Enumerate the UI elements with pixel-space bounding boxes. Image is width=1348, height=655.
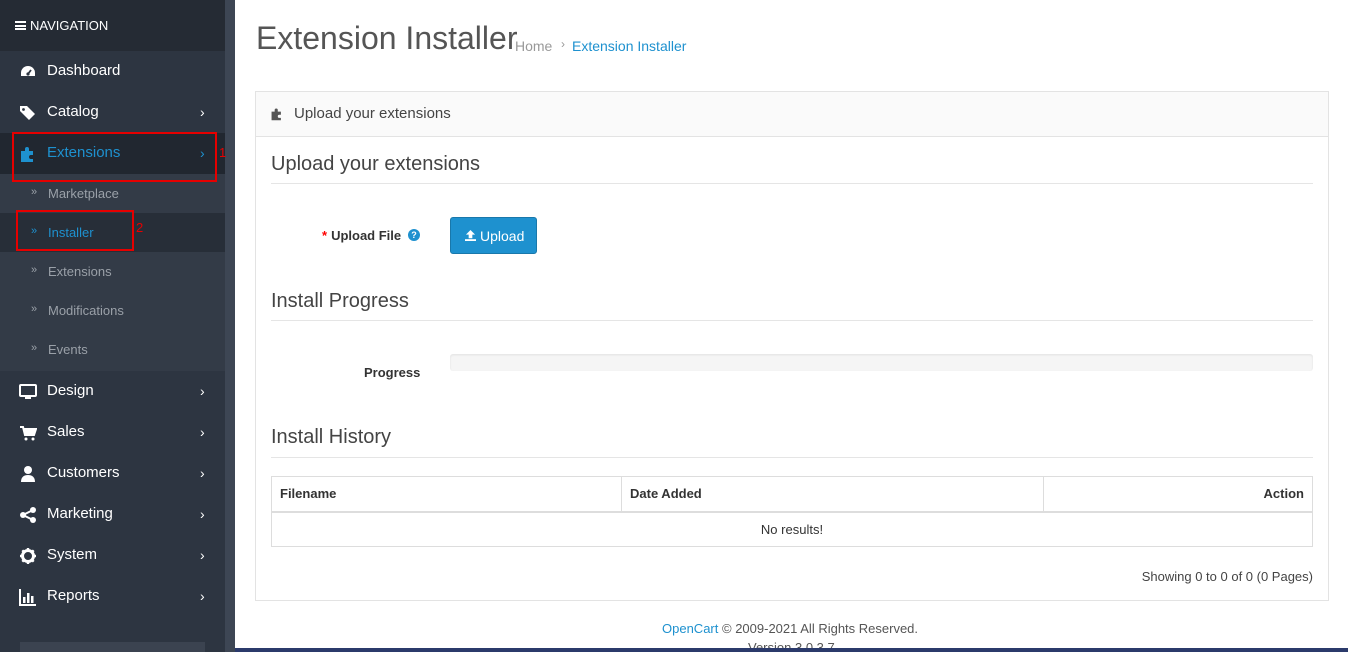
share-icon xyxy=(20,507,36,523)
panel-heading-title: Upload your extensions xyxy=(294,105,451,122)
sidebar-stats-block xyxy=(20,642,205,652)
bar-chart-icon xyxy=(19,589,36,606)
table-row: No results! xyxy=(271,511,1313,547)
annotation-box-2 xyxy=(16,210,134,251)
install-history-table: Filename Date Added Action No results! xyxy=(271,476,1313,547)
sidebar-item-label: System xyxy=(47,546,98,563)
annotation-number-1: 1 xyxy=(219,145,227,160)
sidebar-item-customers[interactable]: Customers › xyxy=(0,453,225,494)
pagination-text: Showing 0 to 0 of 0 (0 Pages) xyxy=(1141,569,1313,584)
sidebar-item-label: Customers xyxy=(47,464,120,481)
history-section-title: Install History xyxy=(271,426,392,448)
sidebar-item-reports[interactable]: Reports › xyxy=(0,576,225,617)
sidebar-item-sales[interactable]: Sales › xyxy=(0,412,225,453)
sidebar-item-label: Catalog xyxy=(47,103,99,120)
upload-icon xyxy=(465,230,476,241)
column-date-added: Date Added xyxy=(621,476,1044,513)
puzzle-icon xyxy=(271,108,281,121)
double-chevron-icon: » xyxy=(31,186,38,198)
footer-copyright: OpenCart © 2009-2021 All Rights Reserved… xyxy=(662,621,918,636)
sidebar-item-label: Sales xyxy=(47,423,85,440)
sidebar-item-marketing[interactable]: Marketing › xyxy=(0,494,225,535)
divider xyxy=(271,320,1313,321)
chevron-right-icon: › xyxy=(200,424,205,440)
progress-section-title: Install Progress xyxy=(271,290,409,312)
copyright-text: © 2009-2021 All Rights Reserved. xyxy=(722,621,919,636)
sidebar-item-dashboard[interactable]: Dashboard xyxy=(0,51,225,92)
sidebar-subitem-events[interactable]: » Events xyxy=(0,330,225,371)
sidebar: NAVIGATION Dashboard Catalog › Extension… xyxy=(0,0,225,652)
annotation-box-1 xyxy=(12,132,217,182)
table-header-row: Filename Date Added Action xyxy=(271,476,1313,513)
chevron-right-icon: › xyxy=(200,104,205,120)
help-icon[interactable]: ? xyxy=(408,229,420,241)
sidebar-subitem-label: Marketplace xyxy=(48,186,119,201)
opencart-link[interactable]: OpenCart xyxy=(662,621,718,636)
sidebar-item-label: Dashboard xyxy=(47,62,121,79)
chevron-right-icon: › xyxy=(200,506,205,522)
breadcrumb-current[interactable]: Extension Installer xyxy=(572,38,686,54)
divider xyxy=(271,183,1313,184)
sidebar-border xyxy=(225,0,235,652)
sidebar-item-label: Reports xyxy=(47,587,100,604)
sidebar-item-catalog[interactable]: Catalog › xyxy=(0,92,225,133)
user-icon xyxy=(21,466,35,482)
required-marker: * xyxy=(322,228,328,243)
sidebar-subitem-label: Extensions xyxy=(48,264,112,279)
navigation-title: NAVIGATION xyxy=(30,18,109,33)
navigation-header[interactable]: NAVIGATION xyxy=(0,0,225,51)
upload-file-label: * Upload File xyxy=(322,228,401,243)
sidebar-item-system[interactable]: System › xyxy=(0,535,225,576)
breadcrumb-home[interactable]: Home xyxy=(515,38,552,54)
sidebar-item-label: Design xyxy=(47,382,94,399)
cart-icon xyxy=(20,426,37,441)
column-action: Action xyxy=(1043,476,1313,513)
breadcrumb-separator-icon: › xyxy=(561,37,565,51)
upload-section-title: Upload your extensions xyxy=(271,153,481,175)
sidebar-item-label: Marketing xyxy=(47,505,113,522)
upload-file-label-text: Upload File xyxy=(331,228,402,243)
dashboard-icon xyxy=(21,66,35,76)
install-progress-bar xyxy=(450,354,1313,371)
window-bottom-edge xyxy=(235,648,1348,652)
double-chevron-icon: » xyxy=(31,303,38,315)
column-filename: Filename xyxy=(271,476,622,513)
sidebar-item-design[interactable]: Design › xyxy=(0,371,225,412)
panel-heading: Upload your extensions xyxy=(256,92,1328,137)
chevron-right-icon: › xyxy=(200,383,205,399)
upload-button[interactable]: Upload xyxy=(450,217,537,254)
progress-label: Progress xyxy=(364,365,421,380)
empty-table-message: No results! xyxy=(271,511,1313,547)
chevron-right-icon: › xyxy=(200,588,205,604)
upload-button-label: Upload xyxy=(480,228,525,244)
sidebar-subitem-label: Modifications xyxy=(48,303,124,318)
gear-icon xyxy=(20,548,36,564)
sidebar-subitem-label: Events xyxy=(48,342,88,357)
tags-icon xyxy=(20,106,35,120)
chevron-right-icon: › xyxy=(200,465,205,481)
page-title: Extension Installer xyxy=(256,20,518,56)
double-chevron-icon: » xyxy=(31,342,38,354)
divider xyxy=(271,457,1313,458)
sidebar-subitem-extensions[interactable]: » Extensions xyxy=(0,252,225,291)
monitor-icon xyxy=(19,384,37,399)
sidebar-subitem-modifications[interactable]: » Modifications xyxy=(0,291,225,330)
chevron-right-icon: › xyxy=(200,547,205,563)
hamburger-icon xyxy=(15,21,26,30)
annotation-number-2: 2 xyxy=(136,220,144,235)
double-chevron-icon: » xyxy=(31,264,38,276)
